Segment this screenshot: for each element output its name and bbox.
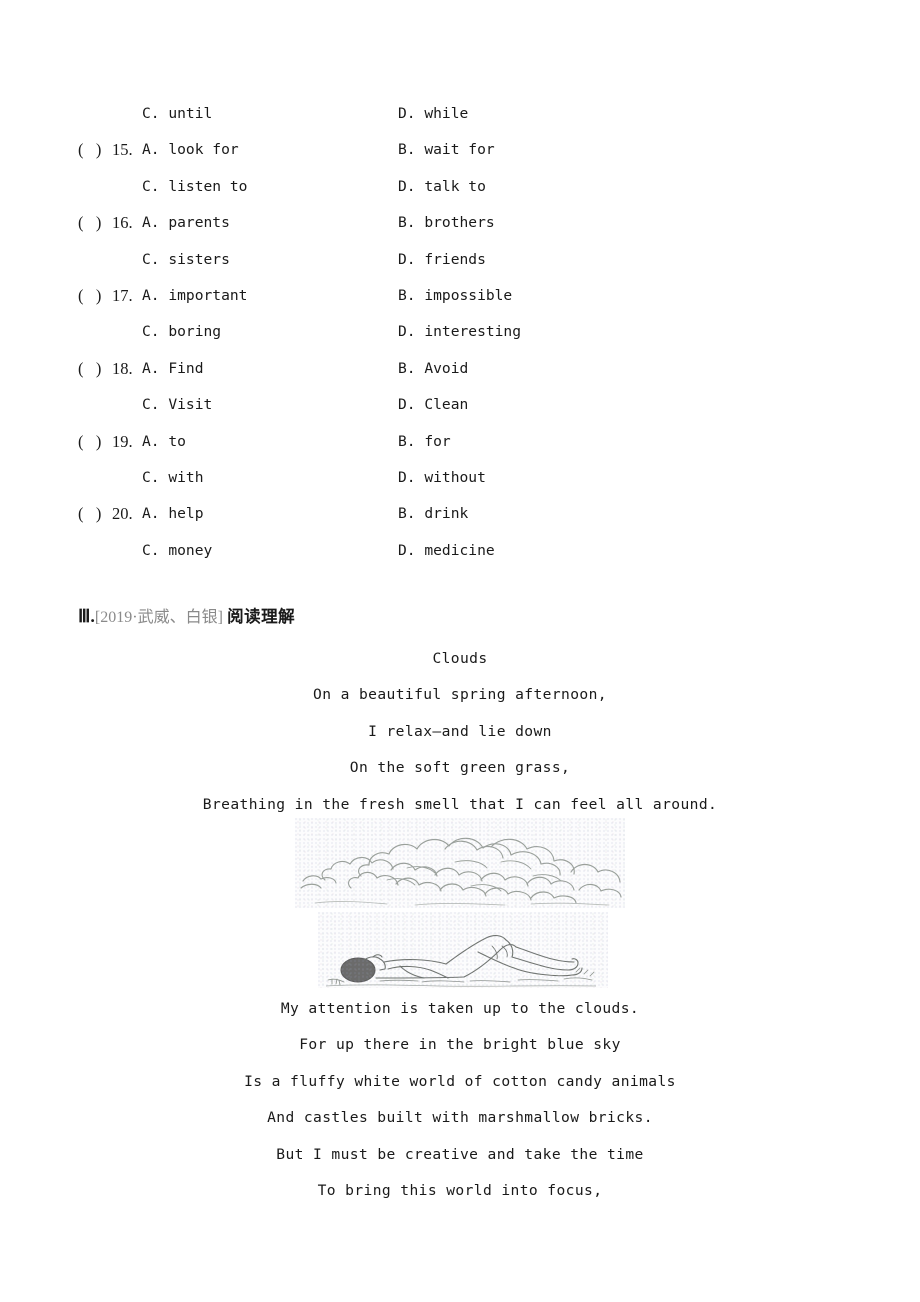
option-row: C. money D. medicine bbox=[0, 533, 920, 569]
section-topic: 阅读理解 bbox=[227, 607, 296, 626]
option-right[interactable]: B. brothers bbox=[398, 205, 495, 241]
section-roman-numeral: Ⅲ. bbox=[78, 606, 95, 626]
poem-stanza-one: Clouds On a beautiful spring afternoon, … bbox=[0, 641, 920, 823]
poem-line: To bring this world into focus, bbox=[317, 1181, 603, 1199]
poem-stanza-two: My attention is taken up to the clouds. … bbox=[0, 991, 920, 1209]
question-number: 17. bbox=[112, 285, 133, 305]
option-left[interactable]: C. Visit bbox=[142, 387, 212, 423]
poem-line: I relax—and lie down bbox=[368, 722, 552, 740]
option-right[interactable]: D. Clean bbox=[398, 387, 468, 423]
question-number: 15. bbox=[112, 140, 133, 160]
option-right[interactable]: D. without bbox=[398, 460, 486, 496]
option-row: C. boring D. interesting bbox=[0, 314, 920, 350]
option-left[interactable]: A. important bbox=[142, 278, 247, 314]
option-left[interactable]: C. sisters bbox=[142, 242, 230, 278]
option-row: ( ) 16. A. parents B. brothers bbox=[0, 205, 920, 241]
answer-blank[interactable]: ( ) bbox=[78, 132, 101, 168]
option-row: ( ) 19. A. to B. for bbox=[0, 424, 920, 460]
option-left[interactable]: C. with bbox=[142, 460, 204, 496]
option-left[interactable]: C. boring bbox=[142, 314, 221, 350]
option-right[interactable]: B. drink bbox=[398, 496, 468, 532]
poem-line: On the soft green grass, bbox=[349, 759, 571, 777]
answer-blank[interactable]: ( ) bbox=[78, 496, 101, 532]
option-right[interactable]: D. interesting bbox=[398, 314, 521, 350]
option-row: ( ) 18. A. Find B. Avoid bbox=[0, 351, 920, 387]
answer-blank[interactable]: ( ) bbox=[78, 278, 101, 314]
option-left[interactable]: A. to bbox=[142, 424, 186, 460]
option-right[interactable]: D. medicine bbox=[398, 533, 495, 569]
answer-blank[interactable]: ( ) bbox=[78, 424, 101, 460]
option-left[interactable]: C. listen to bbox=[142, 169, 247, 205]
option-right[interactable]: D. talk to bbox=[398, 169, 486, 205]
section-heading: Ⅲ.[2019·武威、白银] 阅读理解 bbox=[78, 604, 295, 630]
answer-blank[interactable]: ( ) bbox=[78, 205, 101, 241]
option-row: ( ) 20. A. help B. drink bbox=[0, 496, 920, 532]
option-right[interactable]: B. wait for bbox=[398, 132, 495, 168]
option-row: C. until D. while bbox=[0, 96, 920, 132]
option-row: ( ) 15. A. look for B. wait for bbox=[0, 132, 920, 168]
option-row: C. listen to D. talk to bbox=[0, 169, 920, 205]
option-right[interactable]: B. for bbox=[398, 424, 451, 460]
poem-line: But I must be creative and take the time bbox=[276, 1145, 644, 1163]
poem-line: For up there in the bright blue sky bbox=[299, 1036, 621, 1054]
option-left[interactable]: A. help bbox=[142, 496, 204, 532]
option-left[interactable]: C. money bbox=[142, 533, 212, 569]
answer-blank[interactable]: ( ) bbox=[78, 351, 101, 387]
section-source: [2019·武威、白银] bbox=[94, 609, 223, 626]
question-number: 18. bbox=[112, 358, 133, 378]
option-row: C. Visit D. Clean bbox=[0, 387, 920, 423]
option-row: C. sisters D. friends bbox=[0, 242, 920, 278]
poem-title: Clouds bbox=[432, 650, 488, 667]
option-left[interactable]: A. parents bbox=[142, 205, 230, 241]
option-right[interactable]: D. friends bbox=[398, 242, 486, 278]
multiple-choice-list: C. until D. while ( ) 15. A. look for B.… bbox=[0, 96, 920, 569]
option-row: ( ) 17. A. important B. impossible bbox=[0, 278, 920, 314]
person-lying-on-grass-illustration bbox=[318, 912, 608, 988]
clouds-illustration bbox=[295, 818, 625, 908]
option-right[interactable]: B. Avoid bbox=[398, 351, 468, 387]
option-right[interactable]: B. impossible bbox=[398, 278, 512, 314]
document-page: C. until D. while ( ) 15. A. look for B.… bbox=[0, 0, 920, 1302]
question-number: 19. bbox=[112, 431, 133, 451]
option-row: C. with D. without bbox=[0, 460, 920, 496]
poem-line: On a beautiful spring afternoon, bbox=[313, 686, 607, 704]
question-number: 16. bbox=[112, 213, 133, 233]
option-left[interactable]: A. Find bbox=[142, 351, 204, 387]
option-right[interactable]: D. while bbox=[398, 96, 468, 132]
question-number: 20. bbox=[112, 504, 133, 524]
poem-line: Is a fluffy white world of cotton candy … bbox=[244, 1072, 676, 1090]
poem-line: And castles built with marshmallow brick… bbox=[267, 1109, 653, 1127]
poem-line: My attention is taken up to the clouds. bbox=[280, 1000, 640, 1017]
option-left[interactable]: A. look for bbox=[142, 132, 239, 168]
option-left[interactable]: C. until bbox=[142, 96, 212, 132]
